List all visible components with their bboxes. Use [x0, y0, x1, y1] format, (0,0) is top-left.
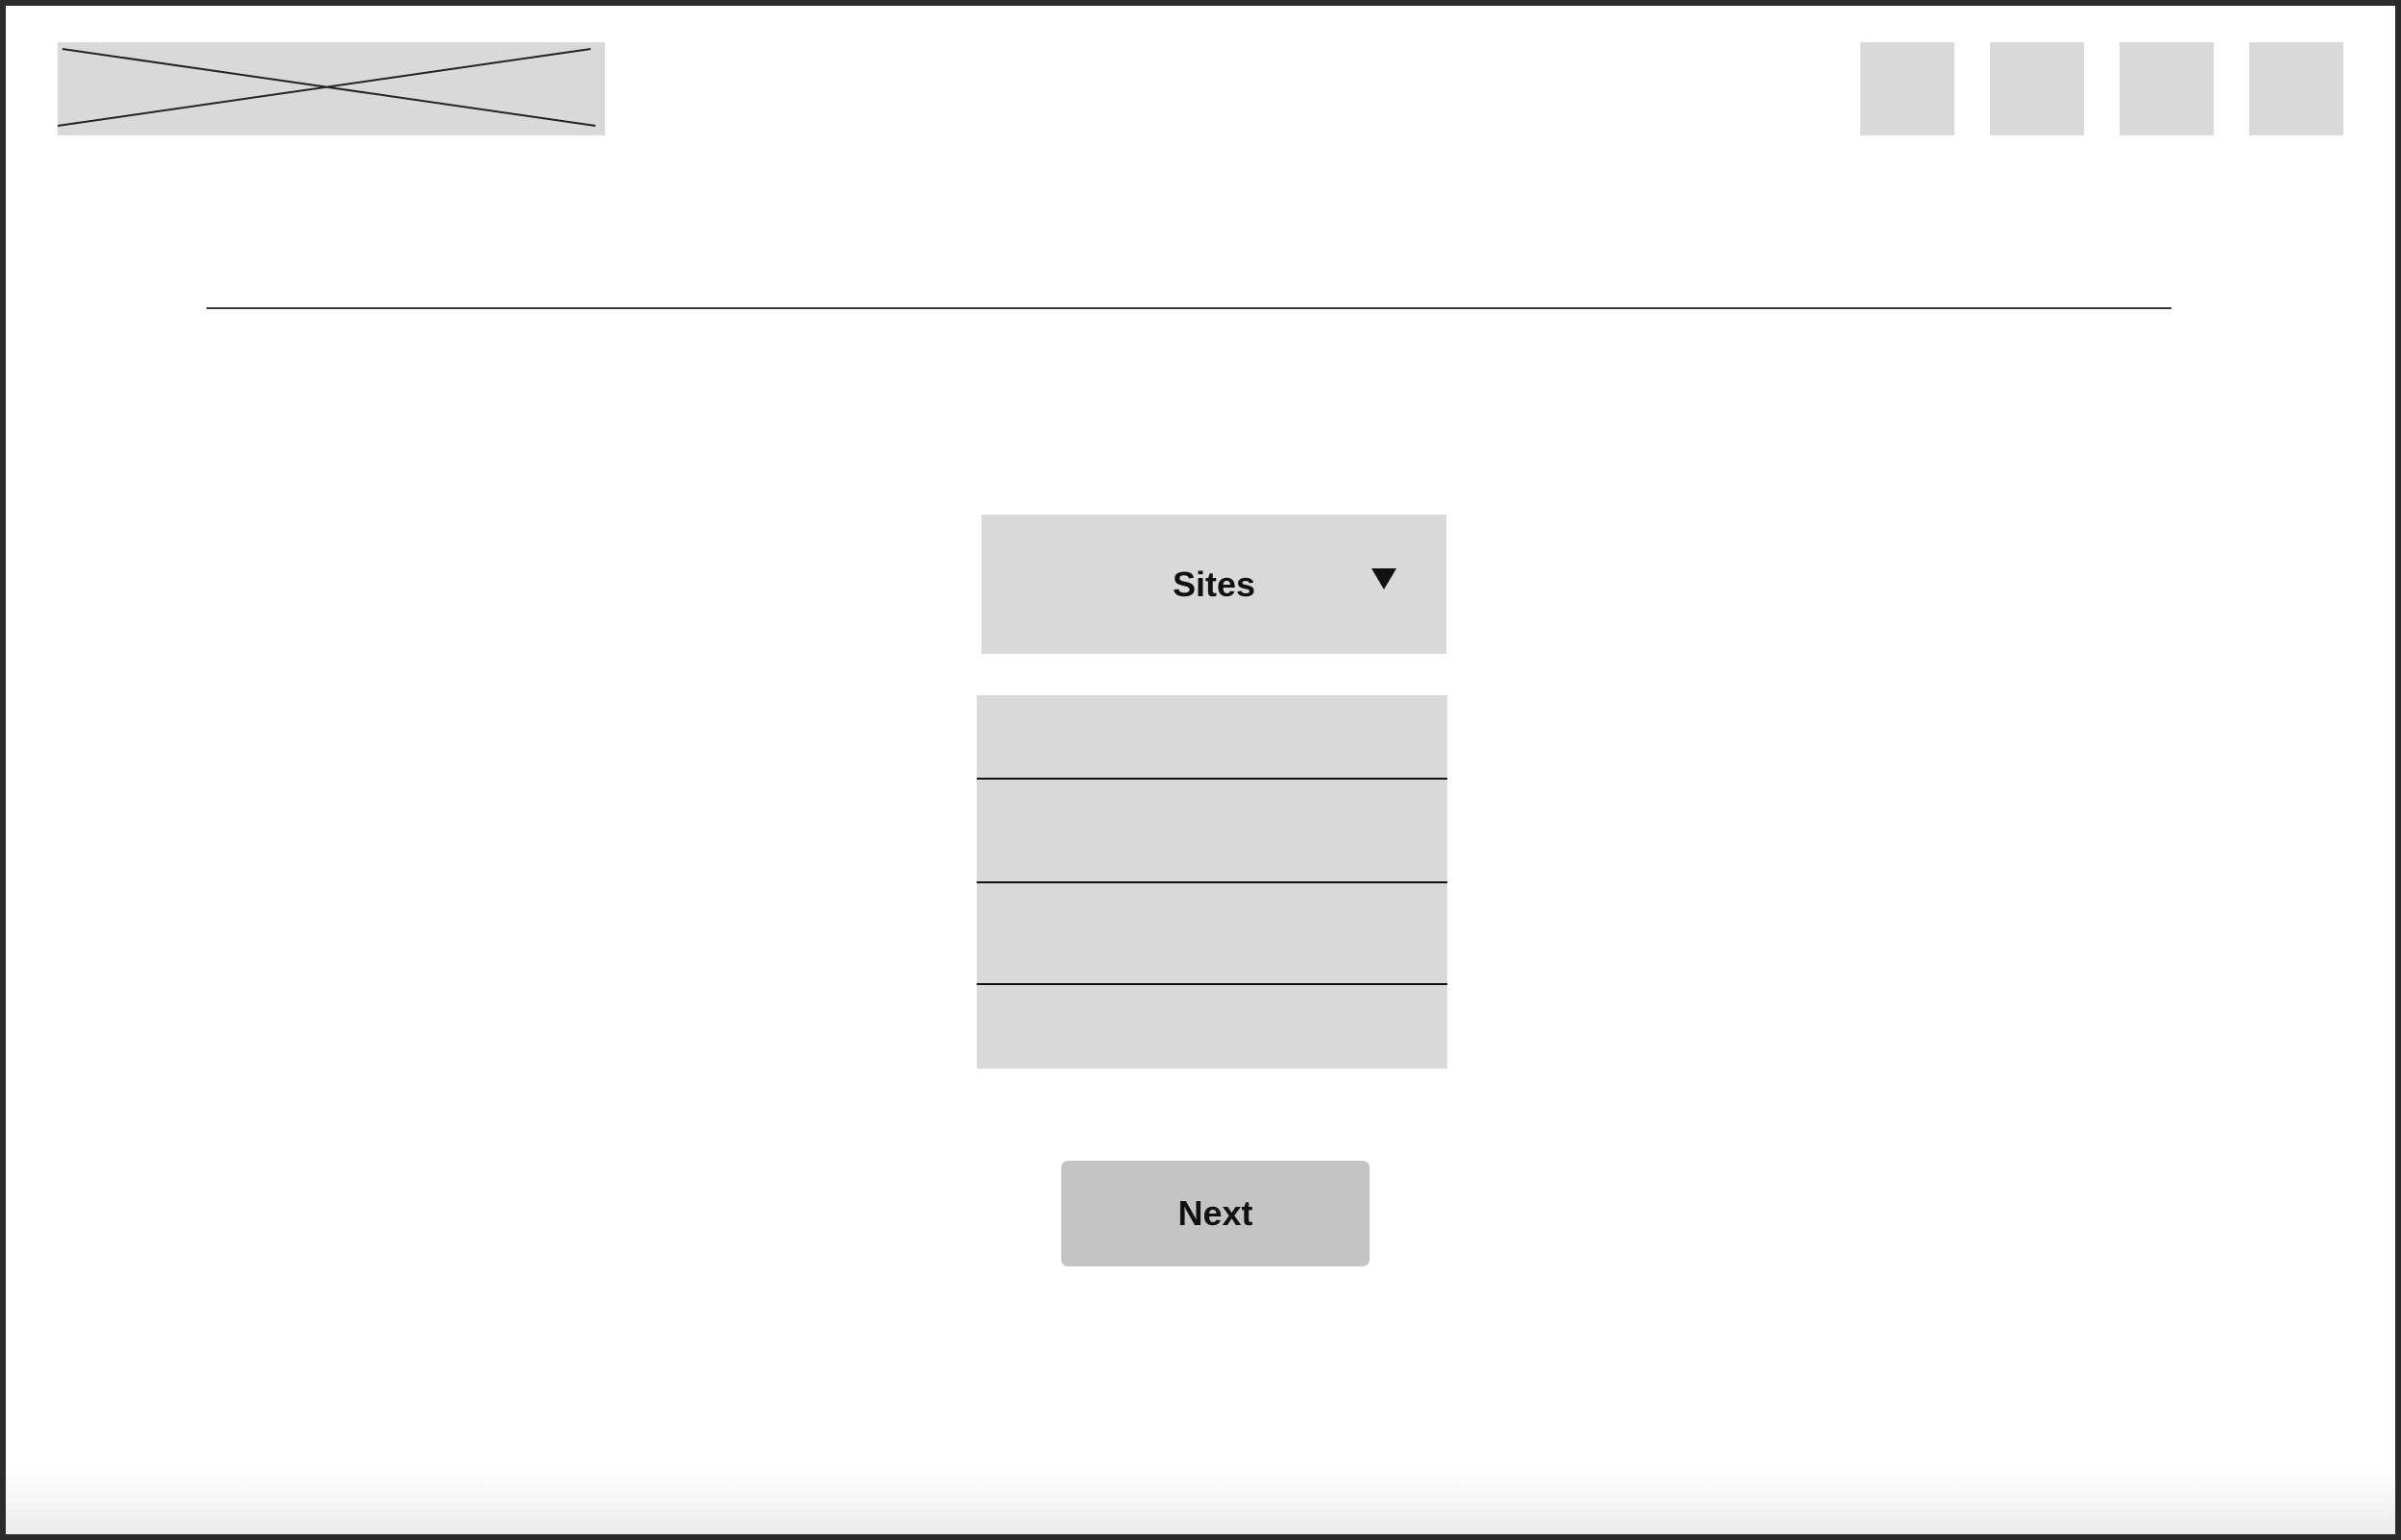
list-item[interactable]	[977, 983, 1447, 1069]
triangle-down-icon	[1371, 568, 1396, 590]
header-divider	[206, 307, 2171, 309]
top-nav	[1860, 42, 2343, 135]
list-item[interactable]	[977, 695, 1447, 778]
nav-item-4[interactable]	[2249, 42, 2343, 135]
sites-list	[977, 695, 1447, 1069]
list-item[interactable]	[977, 778, 1447, 881]
sites-dropdown[interactable]: Sites	[982, 515, 1446, 654]
wireframe-page: Sites Next	[6, 6, 2395, 1534]
logo-image-placeholder	[58, 42, 605, 135]
image-placeholder-icon	[58, 48, 596, 127]
next-button[interactable]: Next	[1061, 1161, 1370, 1266]
list-item[interactable]	[977, 881, 1447, 983]
window-frame: Sites Next	[0, 0, 2401, 1540]
nav-item-1[interactable]	[1860, 42, 1954, 135]
nav-item-2[interactable]	[1990, 42, 2084, 135]
nav-item-3[interactable]	[2120, 42, 2214, 135]
